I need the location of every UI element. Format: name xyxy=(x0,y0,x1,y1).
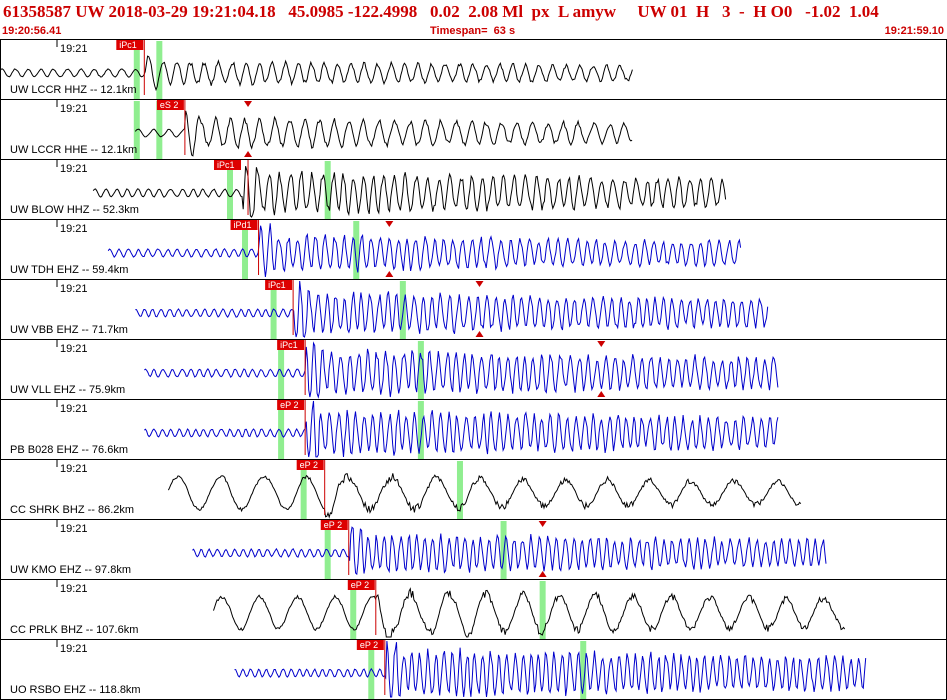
waveform-trace xyxy=(192,526,827,576)
panel-time-label: 19:21 xyxy=(60,583,88,595)
seismogram-plot[interactable]: 19:21 iPc1 UW LCCR HHZ -- 12.1km 19:21 eS 2 U… xyxy=(0,39,947,700)
panel-time-label: 19:21 xyxy=(60,343,88,355)
pick-label: eP 2 xyxy=(280,400,298,410)
panel-time-label: 19:21 xyxy=(60,43,88,55)
panel-border xyxy=(0,579,947,640)
panel-border xyxy=(0,279,947,340)
amplitude-marker-top xyxy=(597,341,606,347)
panel-border xyxy=(0,159,947,220)
timespan-label: Timespan= 63 s xyxy=(430,25,516,37)
amplitude-marker-top xyxy=(244,101,253,107)
amplitude-marker-top xyxy=(475,281,484,287)
waveform-trace xyxy=(107,223,742,278)
record-header: 61358587 UW 2018-03-29 19:21:04.18 45.09… xyxy=(0,0,947,40)
trace-panel: 19:21 eP 2 PB B028 EHZ -- 76.6km xyxy=(0,399,947,460)
channel-label: UO RSBO EHZ -- 118.8km xyxy=(10,684,141,696)
pick-label: eP 2 xyxy=(324,520,342,530)
seismogram-canvas[interactable]: 19:21 iPc1 UW LCCR HHZ -- 12.1km 19:21 eS 2 U… xyxy=(0,39,947,700)
waveform-trace xyxy=(234,640,867,698)
panel-border xyxy=(0,99,947,160)
pick-label: eP 2 xyxy=(351,580,369,590)
channel-label: UW LCCR HHE -- 12.1km xyxy=(10,144,137,156)
trace-panel: 19:21 iPc1 UW VLL EHZ -- 75.9km xyxy=(0,339,947,400)
trace-panel: 19:21 eP 2 CC SHRK BHZ -- 86.2km xyxy=(0,459,947,520)
waveform-trace xyxy=(144,400,779,458)
channel-label: UW LCCR HHZ -- 12.1km xyxy=(10,84,137,96)
phase-marker xyxy=(539,581,546,639)
channel-label: UW VLL EHZ -- 75.9km xyxy=(10,384,125,396)
amplitude-marker-bottom xyxy=(597,391,606,397)
panel-time-label: 19:21 xyxy=(60,403,88,415)
pick-label: iPc1 xyxy=(217,160,235,170)
waveform-trace xyxy=(92,166,727,218)
amplitude-marker-bottom xyxy=(385,271,394,277)
waveform-trace xyxy=(144,341,779,399)
panel-time-label: 19:21 xyxy=(60,163,88,175)
channel-label: PB B028 EHZ -- 76.6km xyxy=(10,444,128,456)
panel-time-label: 19:21 xyxy=(60,283,88,295)
trace-panel: 19:21 iPd1 UW TDH EHZ -- 59.4km xyxy=(0,219,947,280)
phase-marker xyxy=(500,521,507,579)
channel-label: UW VBB EHZ -- 71.7km xyxy=(10,324,128,336)
channel-label: CC PRLK BHZ -- 107.6km xyxy=(10,624,138,636)
panel-border xyxy=(0,219,947,280)
waveform-trace xyxy=(213,587,846,638)
panel-time-label: 19:21 xyxy=(60,103,88,115)
pick-label: iPc1 xyxy=(119,40,137,50)
pick-label: eS 2 xyxy=(160,100,179,110)
pick-label: eP 2 xyxy=(300,460,318,470)
amplitude-marker-bottom xyxy=(538,571,547,577)
panel-border xyxy=(0,459,947,520)
trace-panel: 19:21 iPc1 UW LCCR HHZ -- 12.1km xyxy=(0,39,947,100)
amplitude-marker-bottom xyxy=(475,331,484,337)
pick-label: iPd1 xyxy=(234,220,252,230)
waveform-trace xyxy=(134,110,633,157)
panel-time-label: 19:21 xyxy=(60,523,88,535)
trace-panel: 19:21 eS 2 UW LCCR HHE -- 12.1km xyxy=(0,99,947,160)
panel-time-label: 19:21 xyxy=(60,223,88,235)
trace-panel: 19:21 eP 2 CC PRLK BHZ -- 107.6km xyxy=(0,579,947,640)
panel-time-label: 19:21 xyxy=(60,463,88,475)
waveform-trace xyxy=(135,280,769,338)
pick-label: eP 2 xyxy=(360,640,378,650)
channel-label: UW TDH EHZ -- 59.4km xyxy=(10,264,128,276)
trace-panel: 19:21 eP 2 UW KMO EHZ -- 97.8km xyxy=(0,519,947,580)
channel-label: UW KMO EHZ -- 97.8km xyxy=(10,564,131,576)
pick-label: iPc1 xyxy=(280,340,298,350)
amplitude-marker-bottom xyxy=(244,151,253,157)
waveform-trace xyxy=(167,473,802,519)
channel-label: CC SHRK BHZ -- 86.2km xyxy=(10,504,134,516)
channel-label: UW BLOW HHZ -- 52.3km xyxy=(10,204,139,216)
trace-panel: 19:21 eP 2 UO RSBO EHZ -- 118.8km xyxy=(0,639,947,700)
panel-time-label: 19:21 xyxy=(60,643,88,655)
panel-border xyxy=(0,519,947,580)
trace-panel: 19:21 iPc1 UW VBB EHZ -- 71.7km xyxy=(0,279,947,340)
end-time: 19:21:59.10 xyxy=(884,25,944,37)
event-summary: 61358587 UW 2018-03-29 19:21:04.18 45.09… xyxy=(3,2,879,21)
phase-marker xyxy=(156,41,163,99)
panel-border xyxy=(0,339,947,400)
start-time: 19:20:56.41 xyxy=(2,25,62,37)
amplitude-marker-top xyxy=(385,221,394,227)
trace-panel: 19:21 iPc1 UW BLOW HHZ -- 52.3km xyxy=(0,159,947,220)
amplitude-marker-top xyxy=(538,521,547,527)
pick-label: iPc1 xyxy=(268,280,286,290)
